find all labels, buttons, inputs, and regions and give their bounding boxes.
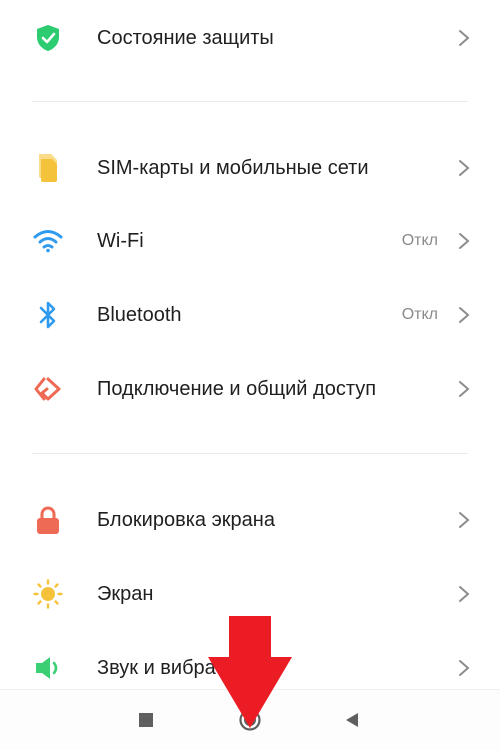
chevron-right-icon bbox=[459, 512, 470, 528]
settings-item-wifi[interactable]: Wi-Fi Откл bbox=[0, 213, 500, 269]
chevron-right-icon bbox=[459, 307, 470, 323]
lock-icon bbox=[30, 502, 66, 538]
settings-item-lock-screen[interactable]: Блокировка экрана bbox=[0, 492, 500, 548]
red-arrow-annotation bbox=[208, 616, 292, 728]
recents-button[interactable] bbox=[116, 690, 176, 750]
wifi-icon bbox=[30, 223, 66, 259]
square-icon bbox=[139, 713, 153, 727]
share-connection-icon bbox=[30, 371, 66, 407]
settings-item-label: Wi-Fi bbox=[97, 230, 144, 252]
settings-item-sim[interactable]: SIM-карты и мобильные сети bbox=[0, 140, 500, 196]
settings-item-label: Блокировка экрана bbox=[97, 509, 275, 531]
chevron-right-icon bbox=[459, 660, 470, 676]
bluetooth-icon bbox=[30, 297, 66, 333]
chevron-right-icon bbox=[459, 160, 470, 176]
settings-item-label: Звук и вибра bbox=[97, 657, 216, 679]
status-value: Откл bbox=[401, 232, 438, 249]
settings-item-connection-sharing[interactable]: Подключение и общий доступ bbox=[0, 361, 500, 417]
settings-item-security[interactable]: Состояние защиты bbox=[0, 10, 500, 66]
settings-item-bluetooth[interactable]: Bluetooth Откл bbox=[0, 287, 500, 343]
status-value: Откл bbox=[401, 306, 438, 323]
sim-card-icon bbox=[30, 150, 66, 186]
settings-item-label: SIM-карты и мобильные сети bbox=[97, 157, 369, 179]
settings-item-label: Bluetooth bbox=[97, 304, 182, 326]
speaker-icon bbox=[30, 650, 66, 686]
divider bbox=[32, 453, 468, 454]
settings-item-label: Экран bbox=[97, 583, 154, 605]
chevron-right-icon bbox=[459, 233, 470, 249]
divider bbox=[32, 101, 468, 102]
chevron-right-icon bbox=[459, 586, 470, 602]
back-button[interactable] bbox=[322, 690, 382, 750]
settings-item-label: Подключение и общий доступ bbox=[97, 378, 377, 400]
triangle-back-icon bbox=[346, 713, 358, 727]
settings-item-display[interactable]: Экран bbox=[0, 566, 500, 622]
shield-check-icon bbox=[30, 20, 66, 56]
chevron-right-icon bbox=[459, 30, 470, 46]
settings-item-label: Состояние защиты bbox=[97, 27, 274, 49]
chevron-right-icon bbox=[459, 381, 470, 397]
sun-icon bbox=[30, 576, 66, 612]
